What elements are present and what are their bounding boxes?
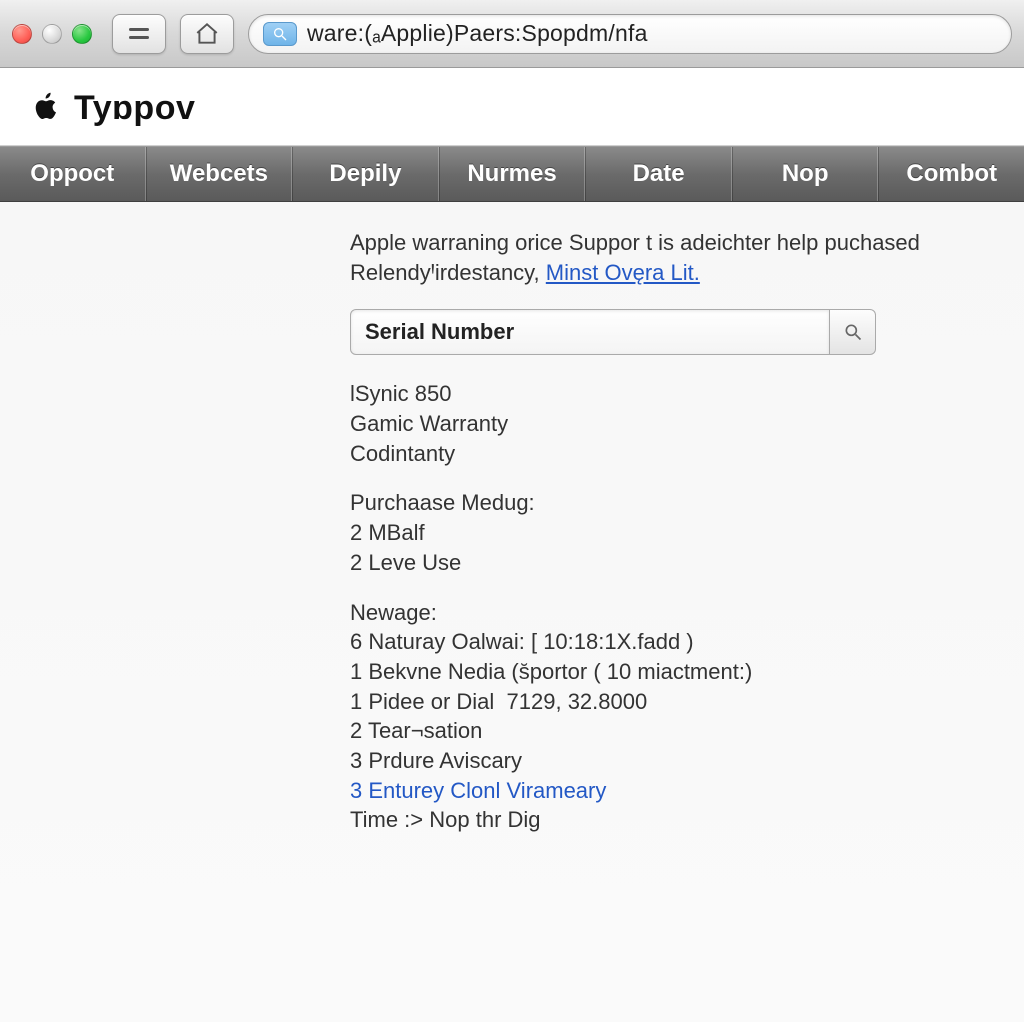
menu-lines-icon: [129, 28, 149, 39]
serial-number-input[interactable]: [350, 309, 830, 355]
apple-logo-icon: [28, 88, 64, 129]
home-button[interactable]: [180, 14, 234, 54]
search-icon: [843, 322, 863, 342]
address-text: ware:(ₐApplie)Paers:Spopdm/nfa: [307, 20, 648, 47]
minimize-window-button[interactable]: [42, 24, 62, 44]
result-line: lSynic 850: [350, 379, 984, 409]
result-heading: Purchaase Medug:: [350, 488, 984, 518]
serial-search-row: [350, 309, 984, 355]
home-icon: [194, 21, 220, 47]
result-line: Time :> Nop thr Dig: [350, 805, 984, 835]
result-line: Codintanty: [350, 439, 984, 469]
serial-search-button[interactable]: [830, 309, 876, 355]
nav-tab-webcets[interactable]: Webcets: [146, 147, 293, 201]
page-title: Tyɒpov: [74, 89, 195, 128]
result-line: 3 Prdure Aviscary: [350, 746, 984, 776]
result-line: 1 Bekvne Nedia (s̆portor ( 10 miactment:…: [350, 657, 984, 687]
page-header: Tyɒpov: [0, 68, 1024, 146]
result-line: Gamic Warranty: [350, 409, 984, 439]
nav-tabs: Oppoct Webcets Depily Nurmes Date Nop Co…: [0, 146, 1024, 202]
content-area: Apple warraning orice Suppor t is adeich…: [0, 202, 1024, 1022]
result-line: 1 Pidee or Dial 7129, 32.8000: [350, 687, 984, 717]
result-line: 6 Naturay Oalwai: [ 10:18:1X.fadd ): [350, 627, 984, 657]
nav-tab-date[interactable]: Date: [585, 147, 732, 201]
result-block-2: Purchaase Medug: 2 MBalf 2 Leve Use: [350, 488, 984, 577]
sidebar-toggle-button[interactable]: [112, 14, 166, 54]
result-link[interactable]: 3 Enturey Clonl Virameary: [350, 776, 984, 806]
nav-tab-oppoct[interactable]: Oppoct: [0, 147, 146, 201]
intro-text: Apple warraning orice Suppor t is adeich…: [350, 228, 960, 287]
browser-toolbar: ware:(ₐApplie)Paers:Spopdm/nfa: [0, 0, 1024, 68]
intro-link[interactable]: Minst Ovęra Lit.: [546, 260, 700, 285]
close-window-button[interactable]: [12, 24, 32, 44]
nav-tab-nurmes[interactable]: Nurmes: [439, 147, 586, 201]
nav-tab-nop[interactable]: Nop: [732, 147, 879, 201]
search-icon: [272, 26, 288, 42]
address-search-badge: [263, 22, 297, 46]
result-heading: Newage:: [350, 598, 984, 628]
result-line: 2 MBalf: [350, 518, 984, 548]
result-line: 2 Tear¬sation: [350, 716, 984, 746]
result-line: 2 Leve Use: [350, 548, 984, 578]
result-block-3: Newage: 6 Naturay Oalwai: [ 10:18:1X.fad…: [350, 598, 984, 836]
result-block-1: lSynic 850 Gamic Warranty Codintanty: [350, 379, 984, 468]
nav-tab-depily[interactable]: Depily: [292, 147, 439, 201]
address-bar[interactable]: ware:(ₐApplie)Paers:Spopdm/nfa: [248, 14, 1012, 54]
nav-tab-combot[interactable]: Combot: [878, 147, 1024, 201]
zoom-window-button[interactable]: [72, 24, 92, 44]
window-controls: [12, 24, 92, 44]
